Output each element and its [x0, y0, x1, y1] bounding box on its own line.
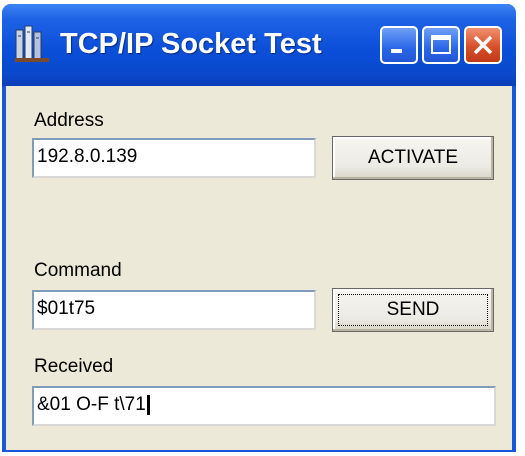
received-field[interactable]: &01 O-F t\71: [32, 386, 496, 426]
command-label: Command: [34, 260, 122, 281]
received-value: &01 O-F t\71: [37, 394, 146, 415]
client-area: Address 192.8.0.139 ACTIVATE Command $01…: [6, 86, 512, 450]
close-button[interactable]: [464, 26, 502, 64]
app-window: TCP/IP Socket Test Address 192.8.0.139 A…: [2, 4, 516, 452]
minimize-icon: [391, 49, 402, 53]
close-icon: [473, 35, 493, 55]
address-label: Address: [34, 110, 104, 131]
maximize-button[interactable]: [422, 26, 460, 64]
minimize-button[interactable]: [380, 26, 418, 64]
maximize-icon: [431, 35, 451, 54]
network-app-icon: [14, 24, 50, 64]
window-title: TCP/IP Socket Test: [60, 28, 322, 60]
send-button[interactable]: SEND: [332, 288, 494, 332]
activate-button-label: ACTIVATE: [367, 147, 459, 168]
address-field[interactable]: 192.8.0.139: [32, 138, 316, 178]
command-field[interactable]: $01t75: [32, 290, 316, 330]
title-bar[interactable]: TCP/IP Socket Test: [2, 4, 516, 86]
activate-button[interactable]: ACTIVATE: [332, 136, 494, 180]
received-label: Received: [34, 356, 114, 377]
text-caret: [146, 394, 150, 415]
send-button-label: SEND: [386, 299, 440, 320]
